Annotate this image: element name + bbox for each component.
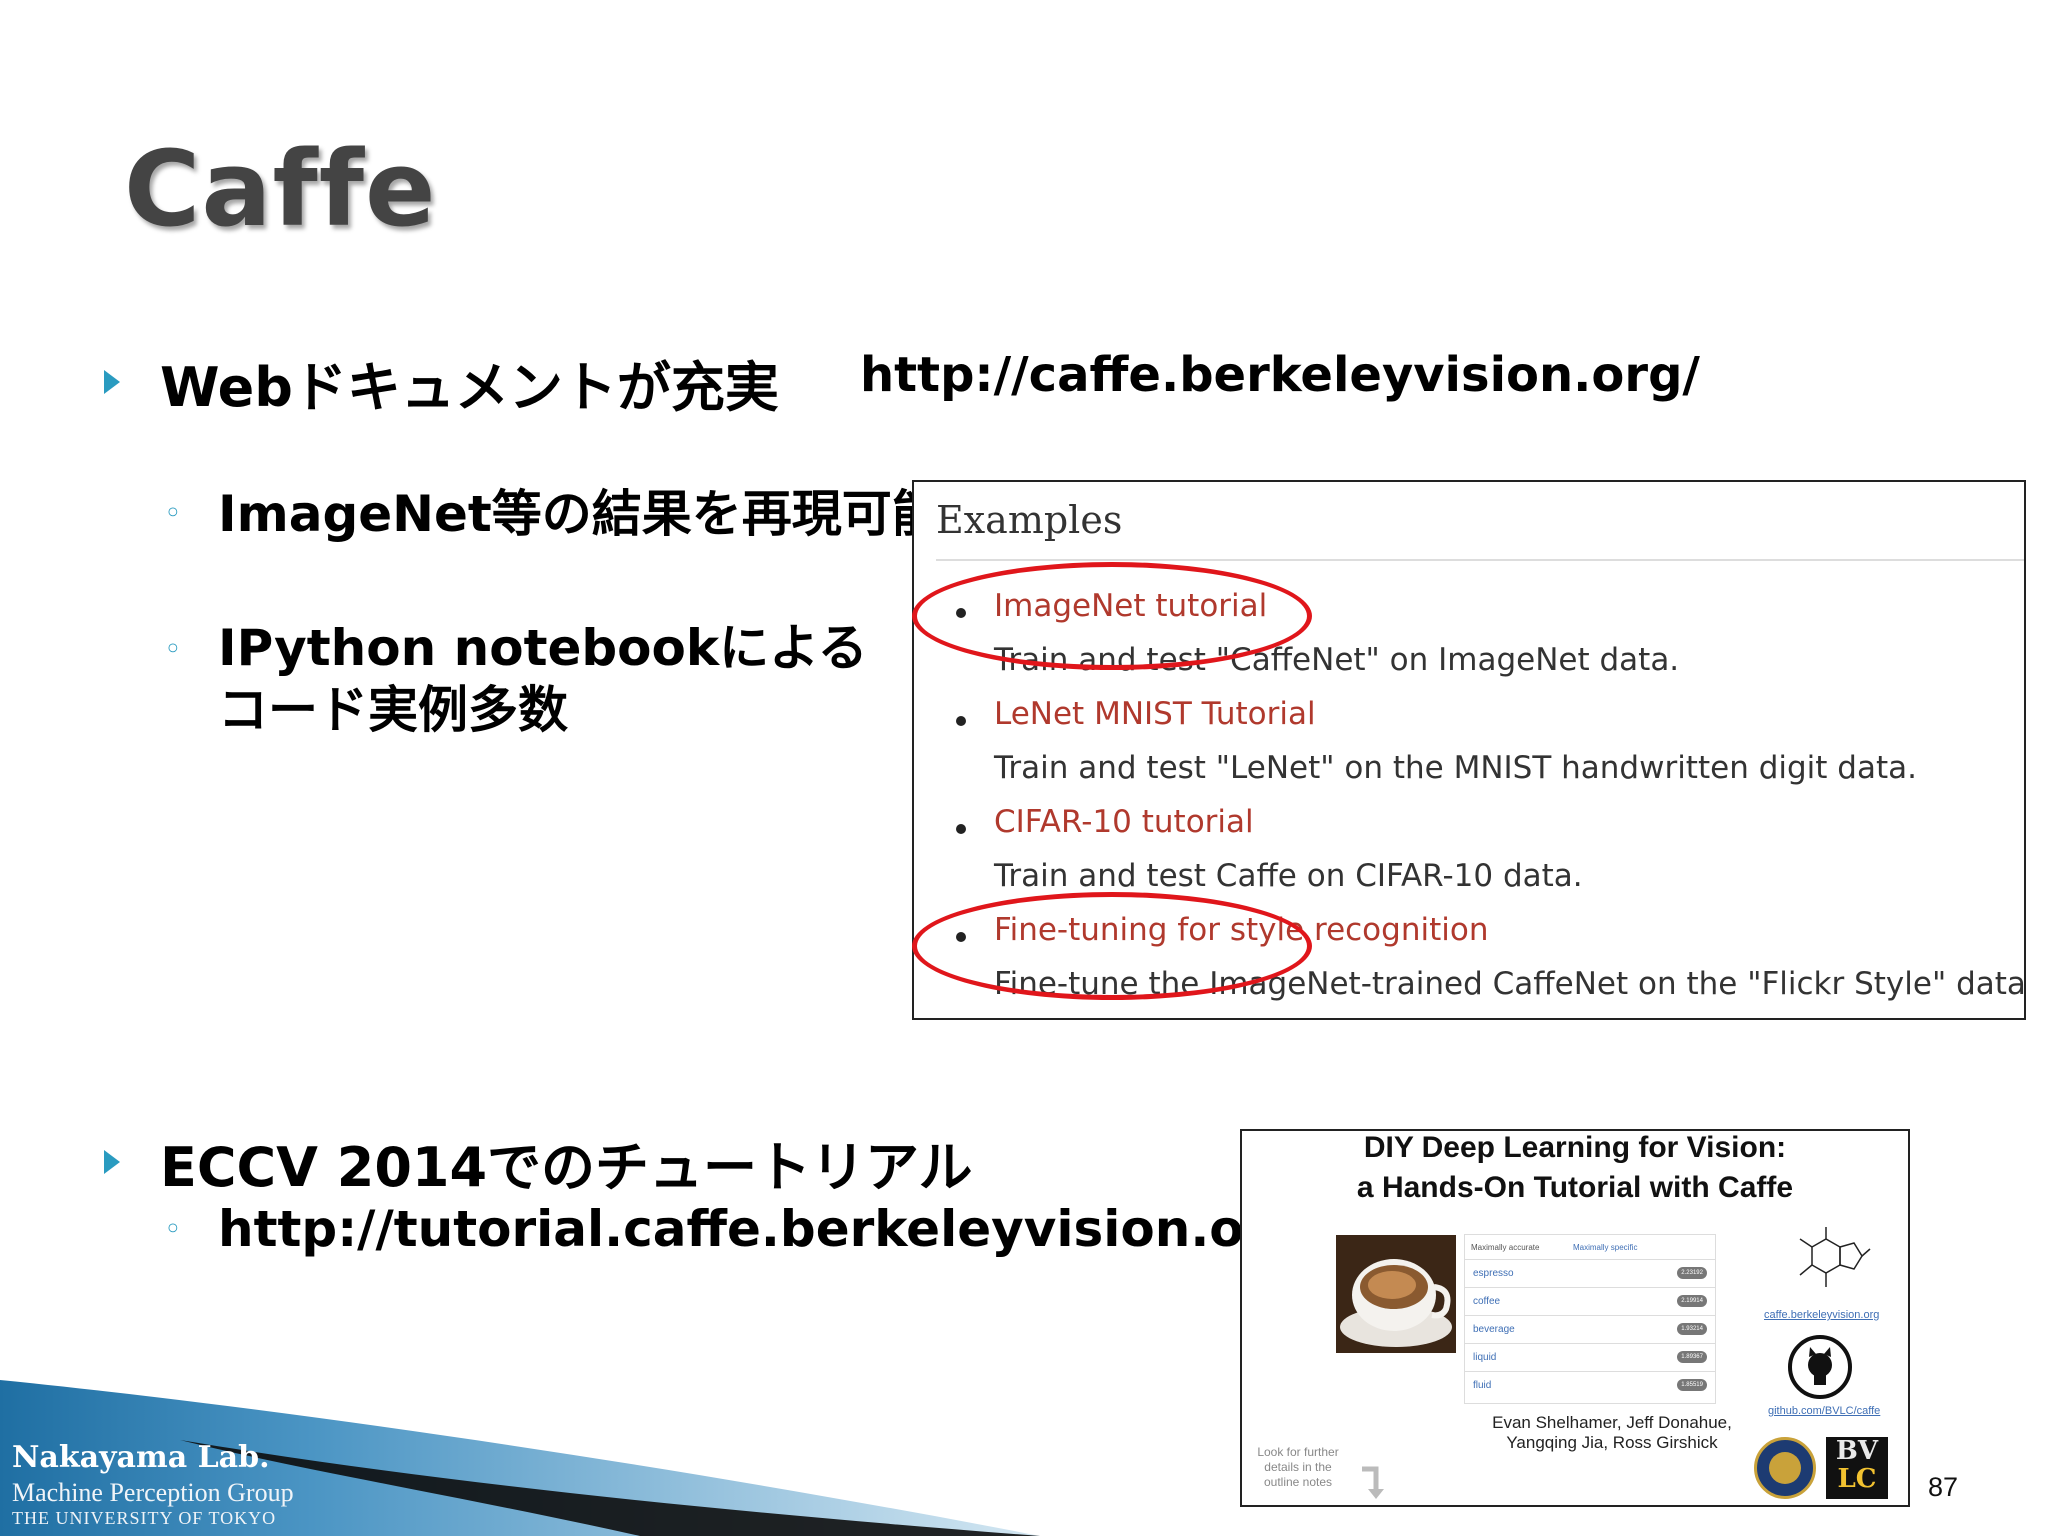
curved-arrow-icon (1358, 1463, 1388, 1505)
bvlc-logo-line1: BV (1835, 1436, 1879, 1466)
tutorial-title-line1: DIY Deep Learning for Vision: (1363, 1131, 1787, 1164)
page-number: 87 (1927, 1472, 1958, 1502)
sub-bullet-icon: ◦ (164, 496, 182, 531)
row-score-badge: 2.19914 (1677, 1295, 1707, 1307)
example-desc-cifar: Train and test Caffe on CIFAR-10 data. (994, 858, 1583, 894)
row-label: liquid (1473, 1352, 1497, 1363)
bullet-arrow-icon (104, 370, 120, 394)
row-label: fluid (1473, 1380, 1492, 1391)
bullet-eccv: ECCV 2014でのチュートリアル (160, 1136, 973, 1199)
bvlc-logo-line2: LC (1837, 1464, 1877, 1494)
classification-table: Maximally accurate Maximally specific es… (1464, 1234, 1716, 1404)
tab-maximally-accurate[interactable]: Maximally accurate (1471, 1243, 1539, 1252)
coffee-cup-image (1336, 1235, 1456, 1353)
sub-bullet-ipython-line2: コード実例多数 (218, 681, 568, 739)
footer-group: Machine Perception Group (12, 1478, 294, 1507)
list-bullet-icon (956, 824, 966, 834)
table-row: fluid 1.85519 (1465, 1371, 1715, 1400)
sub-bullet-icon: ◦ (164, 1212, 182, 1247)
slide-title: Caffe (124, 128, 437, 250)
note-line: outline notes (1263, 1475, 1333, 1489)
sub-bullet-icon: ◦ (164, 632, 182, 667)
table-row: coffee 2.19914 (1465, 1287, 1715, 1316)
note-line: Look for further (1257, 1445, 1339, 1459)
bullet-arrow-icon (104, 1150, 120, 1174)
example-link-cifar[interactable]: CIFAR-10 tutorial (994, 804, 1254, 840)
berkeley-seal-icon (1754, 1437, 1816, 1499)
table-row: liquid 1.89367 (1465, 1343, 1715, 1372)
row-label: coffee (1473, 1296, 1501, 1307)
row-score-badge: 1.93214 (1677, 1323, 1707, 1335)
tutorial-authors-line2: Yangqing Jia, Ross Girshick (1506, 1433, 1718, 1452)
tutorial-authors-line1: Evan Shelhamer, Jeff Donahue, (1492, 1413, 1732, 1432)
highlight-ellipse-finetuning (912, 892, 1312, 1000)
table-row: espresso 2.23192 (1465, 1259, 1715, 1288)
tutorial-thumbnail: DIY Deep Learning for Vision: a Hands-On… (1240, 1129, 1910, 1507)
example-link-lenet[interactable]: LeNet MNIST Tutorial (994, 696, 1316, 732)
footer-university: THE UNIVERSITY OF TOKYO (12, 1508, 277, 1528)
tutorial-title-line2: a Hands-On Tutorial with Caffe (1356, 1171, 1794, 1204)
tutorial-note: Look for further details in the outline … (1248, 1445, 1348, 1490)
tab-maximally-specific[interactable]: Maximally specific (1573, 1243, 1637, 1252)
eccv-url[interactable]: http://tutorial.caffe.berkeleyvision.org… (218, 1198, 1322, 1260)
row-label: beverage (1473, 1324, 1515, 1335)
footer-lab-name: Nakayama Lab. (12, 1440, 270, 1475)
sub-bullet-imagenet: ImageNet等の結果を再現可能 (218, 485, 942, 543)
web-docs-url[interactable]: http://caffe.berkeleyvision.org/ (860, 347, 1700, 403)
table-row: beverage 1.93214 (1465, 1315, 1715, 1344)
list-bullet-icon (956, 716, 966, 726)
row-score-badge: 1.89367 (1677, 1351, 1707, 1363)
row-label: espresso (1473, 1268, 1514, 1279)
row-score-badge: 2.23192 (1677, 1267, 1707, 1279)
tutorial-link-site[interactable]: caffe.berkeleyvision.org (1764, 1309, 1879, 1321)
github-icon (1788, 1335, 1852, 1399)
caffeine-molecule-icon (1782, 1225, 1872, 1309)
examples-heading: Examples (936, 498, 1123, 542)
example-desc-lenet: Train and test "LeNet" on the MNIST hand… (994, 750, 1917, 786)
row-score-badge: 1.85519 (1677, 1379, 1707, 1391)
examples-divider (936, 559, 2024, 561)
bullet-web-docs: Webドキュメントが充実 (160, 356, 779, 419)
sub-bullet-ipython-line1: IPython notebookによる (218, 619, 868, 677)
note-line: details in the (1264, 1460, 1332, 1474)
highlight-ellipse-imagenet (912, 562, 1312, 670)
bvlc-logo: BV LC (1826, 1437, 1888, 1499)
